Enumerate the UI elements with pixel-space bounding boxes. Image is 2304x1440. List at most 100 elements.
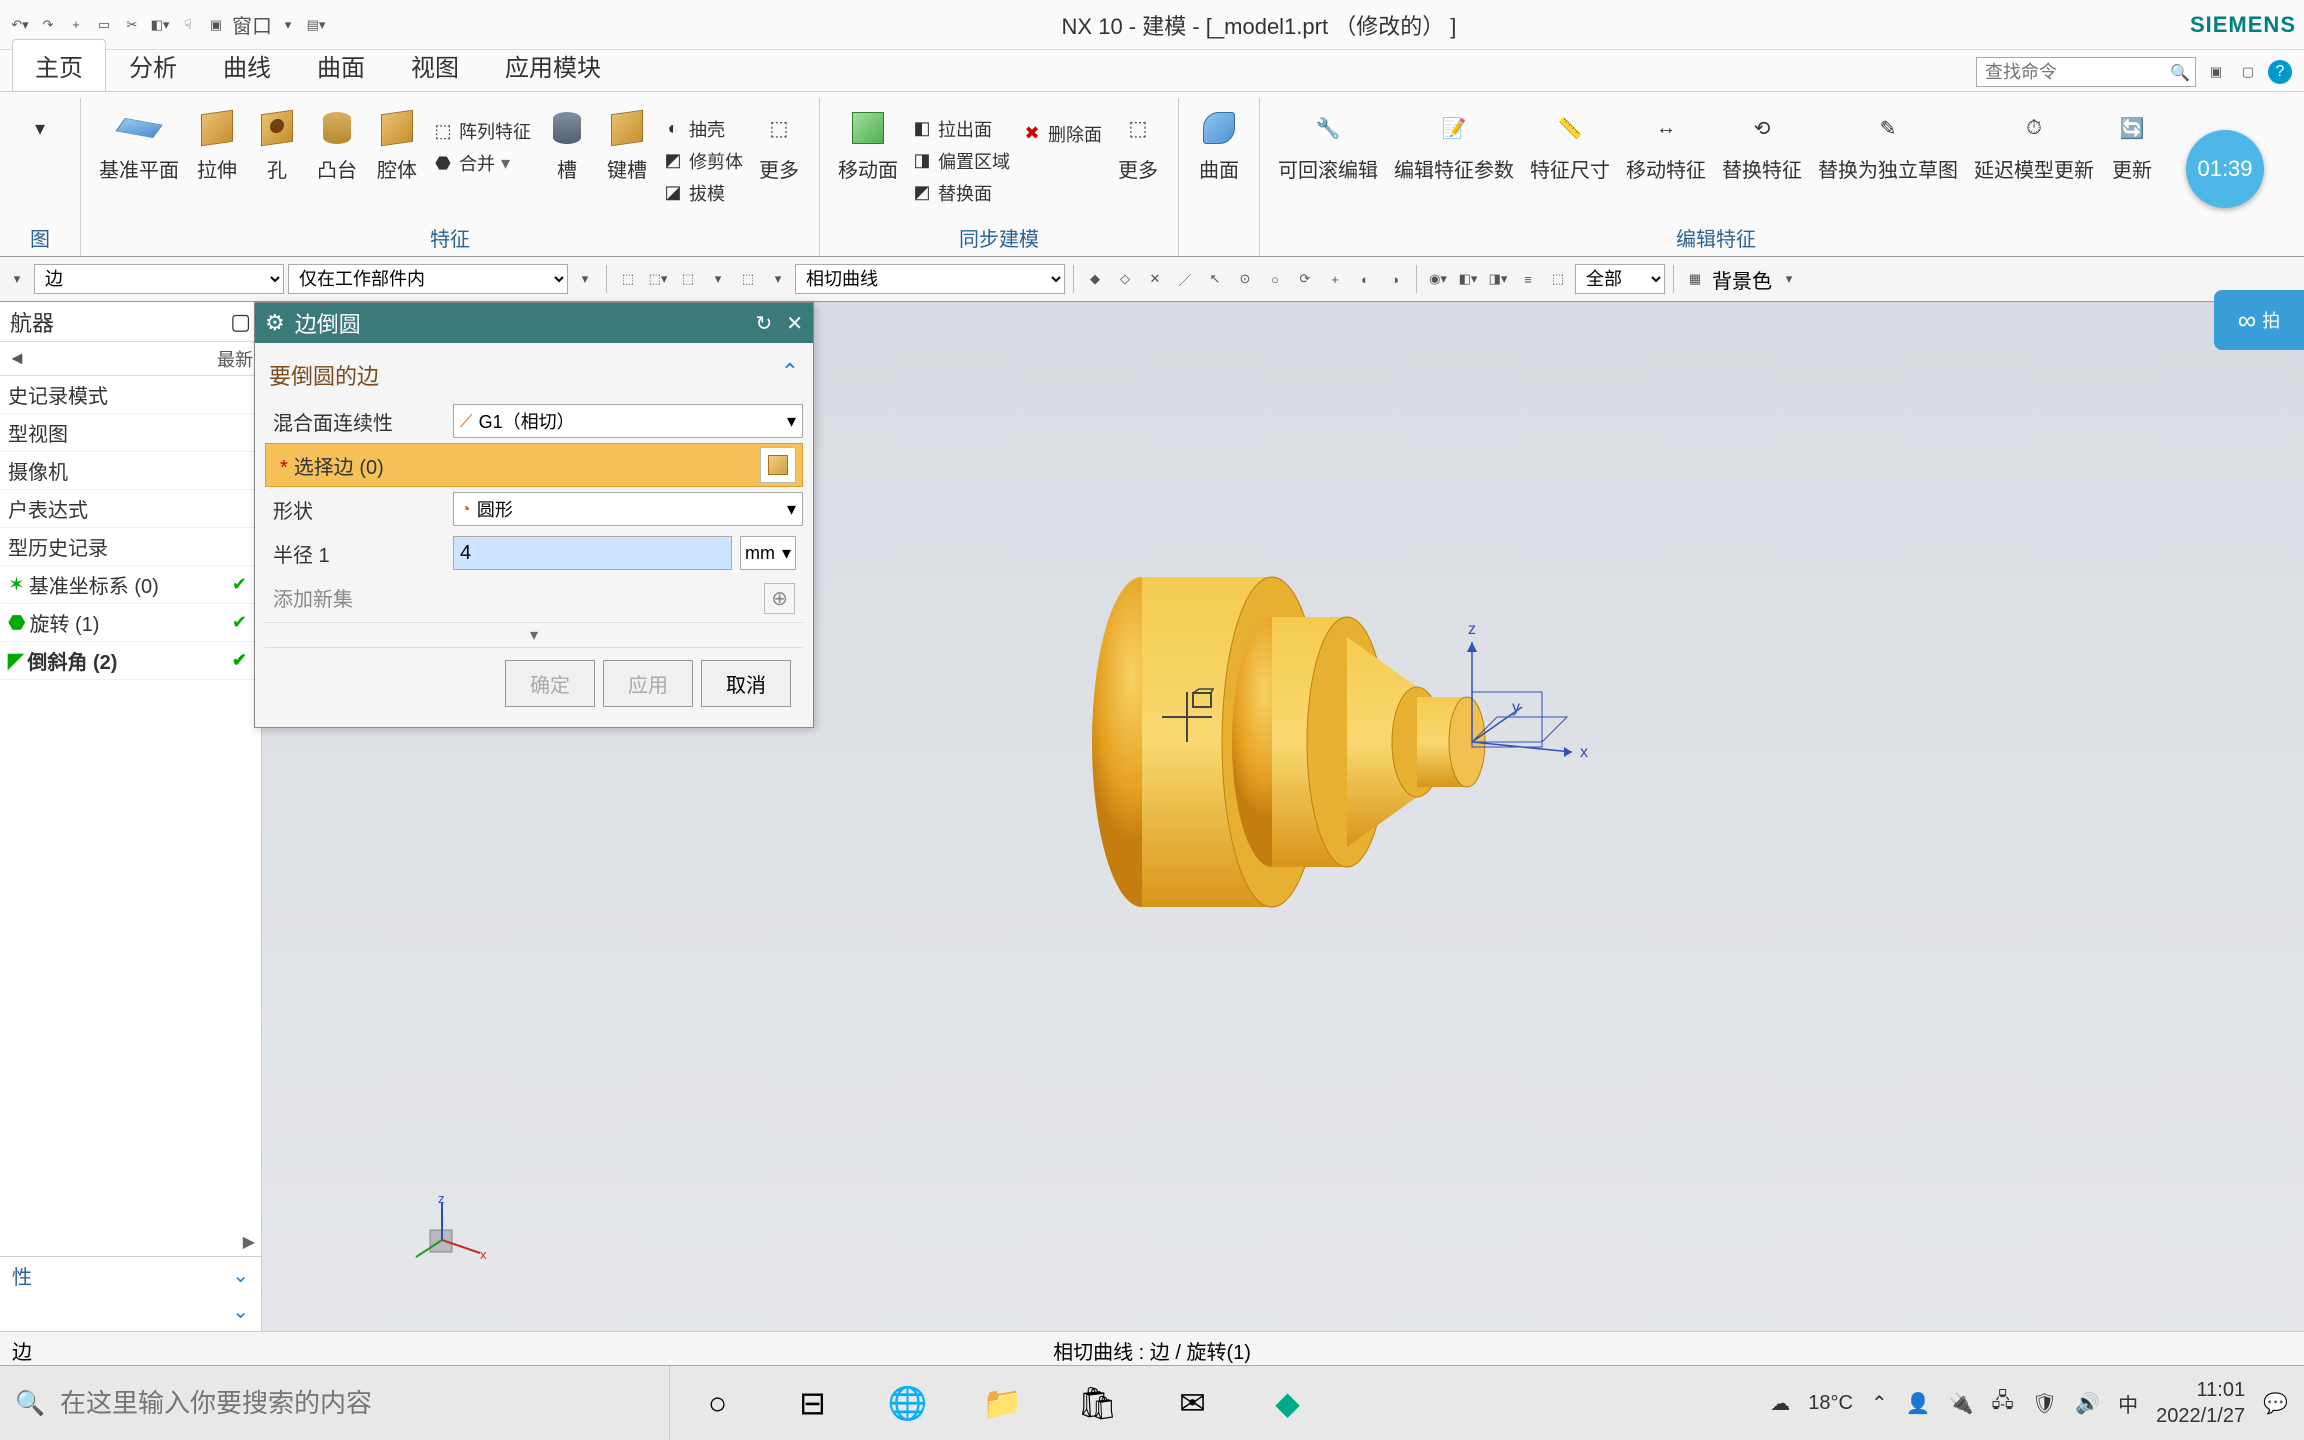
sketch-dropdown[interactable]: ▾	[12, 102, 68, 219]
tb-icon-2[interactable]: ⬚▾	[645, 266, 671, 292]
rollback-edit-button[interactable]: 🔧可回滚编辑	[1272, 102, 1384, 219]
search-icon[interactable]: 🔍	[2170, 63, 2190, 83]
tb-icon-4[interactable]: ⬚	[735, 266, 761, 292]
surface-button[interactable]: 曲面	[1191, 102, 1247, 225]
tb-icon-8[interactable]: ／	[1172, 266, 1198, 292]
delay-update-button[interactable]: ⏱延迟模型更新	[1968, 102, 2100, 219]
more-features-button[interactable]: ⬚更多	[751, 102, 807, 219]
tb-icon-11[interactable]: ○	[1262, 266, 1288, 292]
tb-dropdown-2[interactable]: ▾	[705, 266, 731, 292]
pattern-feature-button[interactable]: ⬚阵列特征	[429, 116, 535, 146]
nav-item-revolve[interactable]: ⬣旋转 (1)✔	[0, 604, 261, 642]
feature-dim-button[interactable]: 📏特征尺寸	[1524, 102, 1616, 219]
replace-indep-button[interactable]: ✎替换为独立草图	[1812, 102, 1964, 219]
touch-icon[interactable]: ☟	[176, 13, 200, 37]
trim-body-button[interactable]: ◩修剪体	[659, 146, 747, 176]
ime-indicator[interactable]: 中	[2118, 1389, 2138, 1418]
update-button[interactable]: 🔄更新	[2104, 102, 2160, 219]
window-dropdown-icon[interactable]: ▾	[276, 13, 300, 37]
apply-button[interactable]: 应用	[603, 660, 693, 707]
nav-item-history-mode[interactable]: 史记录模式	[0, 376, 261, 414]
tb-dropdown-3[interactable]: ▾	[765, 266, 791, 292]
dialog-expand[interactable]: ▾	[265, 622, 803, 648]
tb-icon-10[interactable]: ⊙	[1232, 266, 1258, 292]
layout-icon[interactable]: ▤▾	[304, 13, 328, 37]
cloud-sync-badge[interactable]: ∞ 拍	[2214, 290, 2304, 350]
radius-input[interactable]	[453, 536, 732, 570]
move-face-button[interactable]: 移动面	[832, 102, 904, 219]
nav-item-cameras[interactable]: 摄像机	[0, 452, 261, 490]
copy-icon[interactable]: +	[64, 13, 88, 37]
layer-select[interactable]: 全部	[1575, 264, 1665, 294]
taskbar-search[interactable]: 🔍	[0, 1366, 670, 1440]
tray-chevron-icon[interactable]: ⌃	[1871, 1391, 1888, 1416]
nav-fold-2[interactable]: ⌄	[0, 1293, 261, 1329]
unite-button[interactable]: ⬣合并▾	[429, 148, 535, 178]
tb-icon-16[interactable]: ◉▾	[1425, 266, 1451, 292]
filter-type-select[interactable]: 边	[34, 264, 284, 294]
search-icon[interactable]: 🔍	[0, 1389, 60, 1418]
bg-color-label[interactable]: 背景色	[1712, 265, 1772, 294]
timer-badge[interactable]: 01:39	[2186, 130, 2264, 208]
tb-icon-7[interactable]: ✕	[1142, 266, 1168, 292]
notifications-icon[interactable]: 💬	[2263, 1391, 2288, 1416]
reset-icon[interactable]: ↻	[755, 311, 772, 336]
cortana-icon[interactable]: ○	[670, 1366, 765, 1440]
tb-icon-18[interactable]: ◨▾	[1485, 266, 1511, 292]
usb-icon[interactable]: 🔌	[1949, 1391, 1974, 1416]
shell-button[interactable]: ◐抽壳	[659, 114, 747, 144]
nx-app-icon[interactable]: ◆	[1240, 1366, 1335, 1440]
tb-icon-21[interactable]: ▦	[1682, 266, 1708, 292]
extrude-button[interactable]: 拉伸	[189, 102, 245, 219]
mail-icon[interactable]: ✉	[1145, 1366, 1240, 1440]
slot-button[interactable]: 槽	[539, 102, 595, 219]
window-menu[interactable]: 窗口	[232, 13, 272, 37]
cube-icon[interactable]: ◧▾	[148, 13, 172, 37]
rib-button[interactable]: 键槽	[599, 102, 655, 219]
add-set-icon[interactable]: ⊕	[764, 583, 795, 614]
curve-rule-select[interactable]: 相切曲线	[795, 264, 1065, 294]
help-icon[interactable]: ?	[2268, 60, 2292, 84]
tb-icon-6[interactable]: ◇	[1112, 266, 1138, 292]
command-search[interactable]: 🔍	[1976, 57, 2196, 87]
nav-item-model-views[interactable]: 型视图	[0, 414, 261, 452]
volume-icon[interactable]: 🔊	[2075, 1391, 2100, 1416]
tb-icon-5[interactable]: ◆	[1082, 266, 1108, 292]
weather-icon[interactable]: ☁	[1770, 1391, 1790, 1416]
more-sync-button[interactable]: ⬚更多	[1110, 102, 1166, 219]
tb-icon-15[interactable]: ◑	[1382, 266, 1408, 292]
nav-scrollbar[interactable]: ▶	[0, 1232, 261, 1256]
filter-scope-select[interactable]: 仅在工作部件内	[288, 264, 568, 294]
nav-fold-properties[interactable]: 性⌄	[0, 1257, 261, 1293]
cancel-button[interactable]: 取消	[701, 660, 791, 707]
edge-icon[interactable]: 🌐	[860, 1366, 955, 1440]
nav-item-model-history[interactable]: 型历史记录	[0, 528, 261, 566]
tab-home[interactable]: 主页	[12, 39, 106, 91]
dialog-titlebar[interactable]: ⚙ 边倒圆 ↻ ✕	[255, 303, 813, 343]
replace-face-button[interactable]: ◩替换面	[908, 178, 1014, 208]
draft-button[interactable]: ◪拔模	[659, 178, 747, 208]
pin-icon[interactable]: ▢	[230, 309, 251, 335]
ok-button[interactable]: 确定	[505, 660, 595, 707]
tab-analysis[interactable]: 分析	[106, 39, 200, 91]
add-new-set[interactable]: 添加新集 ⊕	[265, 575, 803, 622]
explorer-icon[interactable]: 📁	[955, 1366, 1050, 1440]
tb-icon-12[interactable]: ⟳	[1292, 266, 1318, 292]
tb-icon-9[interactable]: ↖	[1202, 266, 1228, 292]
store-icon[interactable]: 🛍	[1050, 1366, 1145, 1440]
nav-item-user-expr[interactable]: 户表达式	[0, 490, 261, 528]
select-edge-button[interactable]	[760, 447, 796, 483]
move-feature-button[interactable]: ↔移动特征	[1620, 102, 1712, 219]
shape-select[interactable]: ◔圆形▾	[453, 492, 803, 526]
bg-dropdown-icon[interactable]: ▾	[1776, 266, 1802, 292]
cut-icon[interactable]: ✂	[120, 13, 144, 37]
redo-icon[interactable]: ↷	[36, 13, 60, 37]
offset-region-button[interactable]: ◨偏置区域	[908, 146, 1014, 176]
select-edge-row[interactable]: *选择边 (0)	[265, 443, 803, 487]
fullscreen-icon[interactable]: ▣	[2204, 60, 2228, 84]
weather-text[interactable]: 18°C	[1808, 1392, 1853, 1415]
datum-plane-button[interactable]: 基准平面	[93, 102, 185, 219]
nav-item-datum-csys[interactable]: ✶基准坐标系 (0)✔	[0, 566, 261, 604]
replace-feature-button[interactable]: ⟲替换特征	[1716, 102, 1808, 219]
undo-icon[interactable]: ↶▾	[8, 13, 32, 37]
